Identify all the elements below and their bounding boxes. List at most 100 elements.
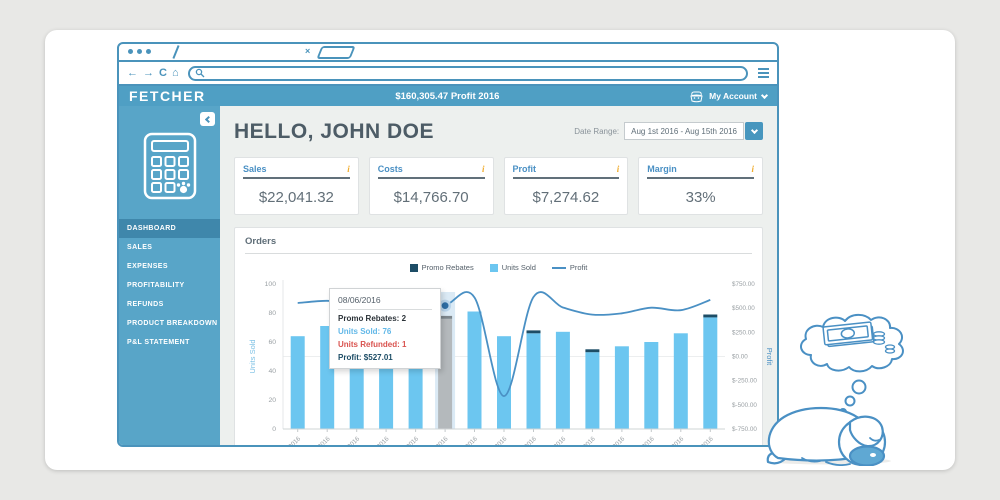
svg-text:80: 80	[268, 310, 276, 317]
date-range-value: Aug 1st 2016 - Aug 15th 2016	[624, 122, 744, 140]
chart-tooltip: 08/06/2016 Promo Rebates: 2 Units Sold: …	[329, 288, 441, 369]
date-range-control: Date Range: Aug 1st 2016 - Aug 15th 2016	[574, 122, 763, 140]
refresh-icon[interactable]: C	[159, 68, 167, 79]
date-range-dropdown-button[interactable]	[745, 122, 763, 140]
chevron-down-icon	[750, 126, 757, 133]
sidebar-item-dashboard[interactable]: DASHBOARD	[119, 219, 220, 238]
svg-text:08/05/2016: 08/05/2016	[393, 435, 421, 447]
svg-text:$0.00: $0.00	[732, 354, 748, 361]
calculator-paw-icon	[142, 132, 198, 205]
legend-units-sold[interactable]: Units Sold	[490, 263, 536, 272]
design-canvas-card: × ← → C ⌂ FETCHER $160,305.47 Profit 201…	[45, 30, 955, 470]
traffic-light-dot	[128, 49, 133, 54]
sidebar-item-pl-statement[interactable]: P&L STATEMENT	[119, 333, 220, 352]
dog-icon	[689, 90, 704, 103]
svg-text:08/10/2016: 08/10/2016	[540, 435, 568, 447]
info-icon[interactable]: i	[347, 164, 350, 174]
info-icon[interactable]: i	[482, 164, 485, 174]
menu-icon[interactable]	[758, 68, 769, 78]
sidebar-item-sales[interactable]: SALES	[119, 238, 220, 257]
new-tab-button[interactable]	[316, 46, 355, 59]
kpi-value: $22,041.32	[243, 189, 350, 206]
promo-rebates-swatch	[410, 264, 418, 272]
bubble-trail-dot	[846, 397, 855, 406]
svg-text:$250.00: $250.00	[732, 329, 755, 336]
dog-nostril	[870, 453, 876, 457]
svg-text:40: 40	[268, 368, 276, 375]
money-icon	[823, 322, 874, 347]
profit-summary: $160,305.47 Profit 2016	[206, 91, 690, 102]
my-account-menu[interactable]: My Account	[689, 90, 767, 103]
traffic-light-dot	[137, 49, 142, 54]
legend-profit[interactable]: Profit	[552, 263, 588, 272]
my-account-label: My Account	[709, 91, 757, 101]
units-sold-swatch	[490, 264, 498, 272]
svg-text:08/13/2016: 08/13/2016	[628, 435, 656, 447]
kpi-label: Profit	[513, 164, 537, 174]
app-body: DASHBOARD SALES EXPENSES PROFITABILITY R…	[119, 106, 777, 445]
svg-text:0: 0	[272, 426, 276, 433]
svg-text:$-750.00: $-750.00	[732, 426, 757, 433]
tooltip-date: 08/06/2016	[338, 295, 432, 310]
sidebar: DASHBOARD SALES EXPENSES PROFITABILITY R…	[119, 106, 220, 445]
svg-text:08/03/2016: 08/03/2016	[334, 435, 362, 447]
traffic-light-dot	[146, 49, 151, 54]
tooltip-promo-rebates: Promo Rebates: 2	[338, 314, 432, 323]
sidebar-item-expenses[interactable]: EXPENSES	[119, 257, 220, 276]
svg-text:20: 20	[268, 397, 276, 404]
traffic-light-dots	[128, 49, 151, 54]
svg-text:08/11/2016: 08/11/2016	[570, 435, 597, 447]
url-input[interactable]	[188, 66, 748, 81]
sidebar-item-refunds[interactable]: REFUNDS	[119, 295, 220, 314]
kpi-card-margin: Margini 33%	[638, 157, 763, 215]
tab-close-icon[interactable]: ×	[305, 46, 310, 56]
chart-area: 100806040200$750.00$500.00$250.00$0.00$-…	[245, 274, 752, 447]
svg-text:$-500.00: $-500.00	[732, 402, 757, 409]
date-range-label: Date Range:	[574, 127, 619, 136]
chevron-down-icon	[761, 91, 768, 98]
bubble-trail-dot	[853, 381, 866, 394]
browser-window: × ← → C ⌂ FETCHER $160,305.47 Profit 201…	[117, 42, 779, 447]
sleeping-dog-illustration	[759, 311, 949, 466]
svg-text:08/02/2016: 08/02/2016	[304, 435, 332, 447]
kpi-card-sales: Sales i $22,041.32	[234, 157, 359, 215]
orders-chart-card: Orders Promo Rebates Units Sold Profi	[234, 227, 763, 447]
forward-icon[interactable]: →	[143, 68, 154, 79]
date-range-select[interactable]: Aug 1st 2016 - Aug 15th 2016	[624, 122, 763, 140]
info-icon[interactable]: i	[617, 164, 620, 174]
sidebar-item-product-breakdown[interactable]: PRODUCT BREAKDOWN	[119, 314, 220, 333]
svg-text:08/04/2016: 08/04/2016	[363, 435, 391, 447]
chart-legend: Promo Rebates Units Sold Profit	[245, 263, 752, 272]
svg-text:$500.00: $500.00	[732, 305, 755, 312]
orders-chart[interactable]: 100806040200$750.00$500.00$250.00$0.00$-…	[245, 274, 752, 447]
svg-text:08/01/2016: 08/01/2016	[275, 435, 303, 447]
profit-line-swatch	[552, 267, 566, 269]
sidebar-item-profitability[interactable]: PROFITABILITY	[119, 276, 220, 295]
info-icon[interactable]: i	[751, 164, 754, 174]
home-icon[interactable]: ⌂	[172, 68, 179, 79]
orders-title: Orders	[245, 236, 752, 254]
svg-text:$750.00: $750.00	[732, 281, 755, 288]
back-icon[interactable]: ←	[127, 68, 138, 79]
svg-text:60: 60	[268, 339, 276, 346]
svg-text:08/12/2016: 08/12/2016	[599, 435, 627, 447]
kpi-label: Sales	[243, 164, 267, 174]
svg-text:Units Sold: Units Sold	[248, 339, 257, 373]
sidebar-collapse-button[interactable]	[200, 112, 215, 126]
browser-nav-bar: ← → C ⌂	[119, 60, 777, 86]
kpi-card-costs: Costsi $14,766.70	[369, 157, 494, 215]
svg-text:08/14/2016: 08/14/2016	[658, 435, 686, 447]
svg-text:08/06/2016: 08/06/2016	[422, 435, 450, 447]
tooltip-units-sold: Units Sold: 76	[338, 327, 432, 336]
dog-muzzle	[850, 447, 884, 466]
tab-edge	[172, 45, 179, 59]
search-icon	[195, 68, 205, 78]
fetcher-logo: FETCHER	[129, 88, 206, 104]
svg-text:$-250.00: $-250.00	[732, 378, 757, 385]
legend-promo-rebates[interactable]: Promo Rebates	[410, 263, 474, 272]
svg-text:08/09/2016: 08/09/2016	[511, 435, 539, 447]
kpi-label: Costs	[378, 164, 403, 174]
kpi-value: 33%	[647, 189, 754, 206]
kpi-card-profit: Profiti $7,274.62	[504, 157, 629, 215]
svg-text:100: 100	[265, 281, 277, 288]
